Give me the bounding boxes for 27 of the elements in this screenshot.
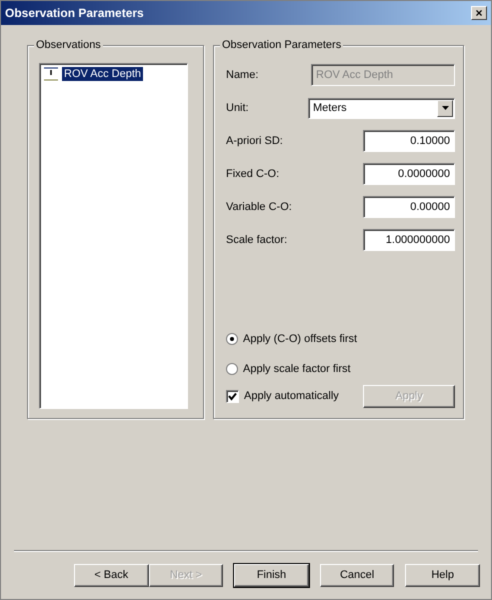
radio-button[interactable] [226,333,238,345]
field-label: Unit: [226,100,249,116]
checkbox[interactable] [226,390,239,403]
tree-line-icon [42,67,60,81]
window-title: Observation Parameters [5,5,144,22]
observations-list[interactable]: ROV Acc Depth [39,63,188,409]
dialog-button[interactable]: Cancel [320,564,394,587]
field-label: Name: [226,68,258,83]
unit-dropdown[interactable]: Meters [308,98,455,118]
close-button[interactable]: × [471,6,487,20]
dropdown-value: Meters [313,100,347,116]
option-label: Apply scale factor first [243,362,351,377]
field-label: Fixed C-O: [226,166,280,182]
number-field[interactable]: 0.00000 [363,196,455,218]
number-field[interactable]: 0.10000 [363,130,455,152]
number-field[interactable]: 1.000000000 [363,229,455,251]
option-label: Apply (C-O) offsets first [243,332,358,347]
radio-button[interactable] [226,363,238,375]
dialog-button[interactable]: Finish [234,564,309,587]
observation-item[interactable]: ROV Acc Depth [62,67,144,81]
dialog-button[interactable]: < Back [74,564,149,587]
dialog-button[interactable]: Help [405,564,480,587]
field-label: Scale factor: [226,232,288,248]
field-label: A-priori SD: [226,134,283,149]
number-field[interactable]: 0.0000000 [363,163,455,185]
field-label: Variable C-O: [226,200,292,215]
checkbox-label: Apply automatically [244,389,339,404]
